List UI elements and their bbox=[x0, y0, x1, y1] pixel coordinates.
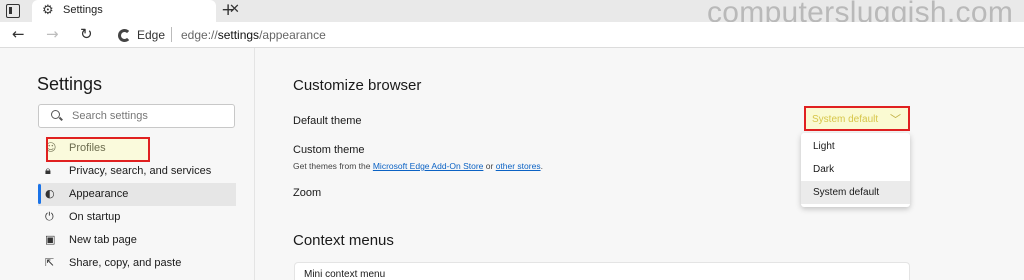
tab-actions-icon[interactable] bbox=[6, 4, 20, 18]
forward-arrow-icon[interactable]: → bbox=[46, 25, 59, 43]
share-icon: ⇱ bbox=[45, 256, 55, 269]
tab-settings[interactable]: ⚙ Settings ✕ bbox=[32, 0, 240, 22]
sidebar-title: Settings bbox=[37, 74, 103, 94]
address-toolbar: ← → ↻ Edge edge://settings/appearance bbox=[0, 22, 1024, 48]
theme-dropdown-menu: Light Dark System default bbox=[801, 133, 910, 207]
sidebar-item-label: New tab page bbox=[69, 234, 137, 246]
new-tab-icon[interactable]: + bbox=[221, 0, 235, 20]
address-bar-url[interactable]: edge://settings/appearance bbox=[181, 28, 326, 42]
default-theme-select[interactable]: System default ﹀ bbox=[804, 106, 910, 131]
settings-sidebar: Settings Search settings ☺ Profiles 🔒︎ P… bbox=[0, 48, 255, 280]
gear-icon: ⚙ bbox=[42, 3, 54, 18]
highlight-box-appearance bbox=[46, 137, 150, 162]
theme-option-light[interactable]: Light bbox=[801, 135, 910, 158]
sidebar-item-label: Appearance bbox=[69, 188, 129, 200]
sidebar-item-new-tab-page[interactable]: ▣ New tab page bbox=[38, 229, 236, 252]
theme-option-dark[interactable]: Dark bbox=[801, 158, 910, 181]
lock-icon: 🔒︎ bbox=[45, 164, 51, 177]
sidebar-item-appearance[interactable]: ◐ Appearance bbox=[38, 183, 236, 206]
sidebar-item-share-copy-paste[interactable]: ⇱ Share, copy, and paste bbox=[38, 252, 236, 275]
search-icon bbox=[51, 110, 60, 119]
other-stores-link[interactable]: other stores bbox=[496, 161, 541, 171]
section-heading-customize: Customize browser bbox=[293, 77, 422, 94]
sidebar-item-label: On startup bbox=[69, 211, 121, 223]
tab-title: Settings bbox=[63, 4, 103, 16]
active-indicator bbox=[38, 184, 41, 204]
custom-theme-label: Custom theme bbox=[293, 144, 365, 156]
edge-logo-icon bbox=[118, 29, 131, 42]
mini-context-menu-label: Mini context menu bbox=[304, 269, 386, 280]
sidebar-item-label: Privacy, search, and services bbox=[69, 165, 212, 177]
theme-option-system-default[interactable]: System default bbox=[801, 181, 910, 204]
back-arrow-icon[interactable]: ← bbox=[12, 25, 25, 43]
mini-context-menu-card[interactable]: Mini context menu bbox=[294, 262, 910, 280]
new-tab-icon: ▣ bbox=[45, 233, 56, 246]
tab-strip: ⚙ Settings ✕ + computersluggish.com bbox=[0, 0, 1024, 29]
search-input[interactable]: Search settings bbox=[38, 104, 235, 128]
default-theme-label: Default theme bbox=[293, 115, 362, 127]
sidebar-item-privacy[interactable]: 🔒︎ Privacy, search, and services bbox=[38, 160, 236, 183]
custom-theme-description: Get themes from the Microsoft Edge Add-O… bbox=[293, 161, 543, 171]
section-heading-context-menus: Context menus bbox=[293, 232, 394, 249]
sidebar-item-on-startup[interactable]: ⏻ On startup bbox=[38, 206, 236, 229]
sidebar-item-label: Share, copy, and paste bbox=[69, 257, 182, 269]
search-placeholder: Search settings bbox=[72, 110, 148, 122]
addon-store-link[interactable]: Microsoft Edge Add-On Store bbox=[373, 161, 484, 171]
url-divider bbox=[171, 27, 172, 42]
chevron-down-icon: ﹀ bbox=[890, 113, 901, 126]
zoom-label: Zoom bbox=[293, 187, 322, 199]
palette-icon: ◐ bbox=[45, 187, 55, 200]
refresh-icon[interactable]: ↻ bbox=[80, 25, 93, 43]
power-icon: ⏻ bbox=[45, 210, 54, 223]
url-origin: Edge bbox=[137, 28, 166, 42]
select-value: System default bbox=[812, 114, 879, 125]
